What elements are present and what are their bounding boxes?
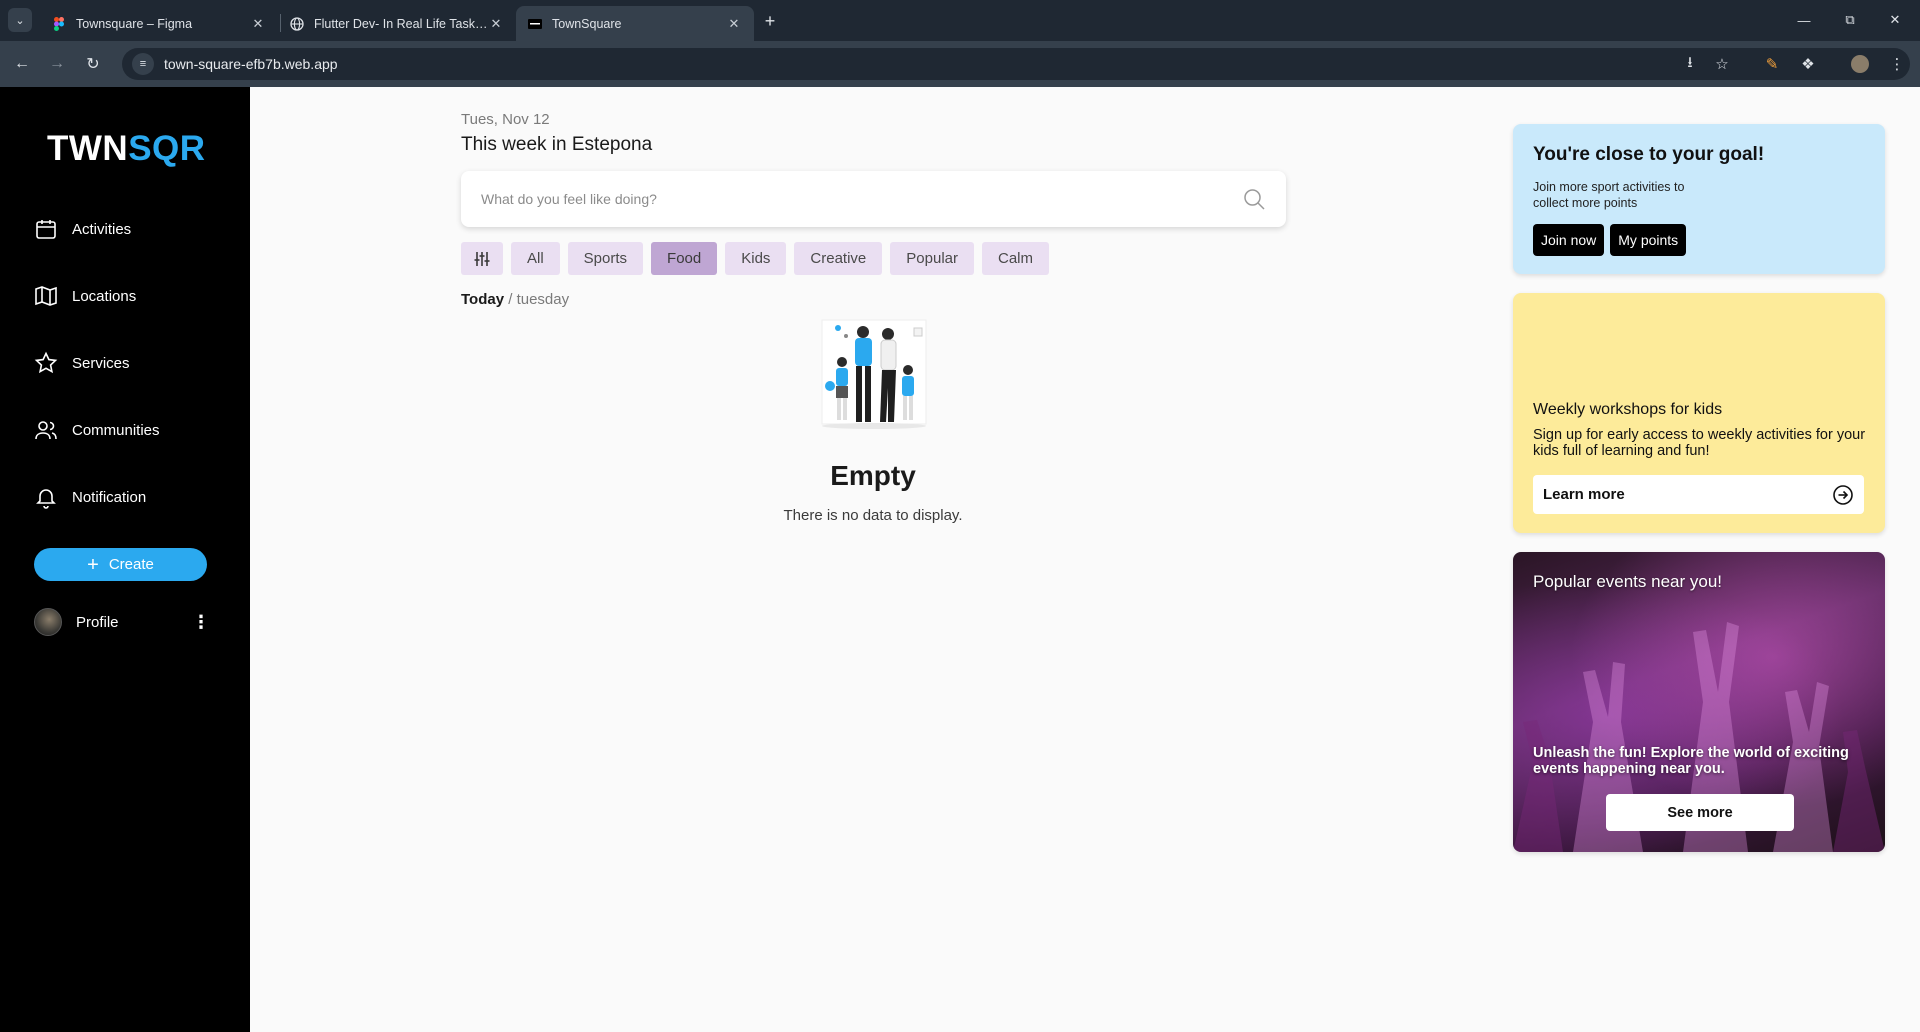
reload-button[interactable]: ↻ (81, 52, 105, 76)
day-heading: Today / tuesday (461, 291, 569, 308)
learn-more-button[interactable]: Learn more (1533, 475, 1864, 514)
star-icon (34, 351, 58, 374)
sidebar-item-label: Services (72, 354, 130, 372)
browser-menu-icon[interactable]: ⋮ (1886, 53, 1908, 75)
sidebar: TWNSQR Activities Locations Services Com… (0, 87, 250, 1032)
logo-part-2: SQR (128, 129, 206, 168)
sidebar-item-label: Activities (72, 220, 132, 238)
create-label: Create (108, 556, 154, 573)
tab-title: Flutter Dev- In Real Life Task Nu (314, 16, 488, 31)
chip-creative[interactable]: Creative (794, 242, 883, 275)
extensions-puzzle-icon[interactable]: ❖ (1797, 53, 1819, 75)
figma-icon (52, 16, 66, 31)
join-now-button[interactable]: Join now (1533, 224, 1605, 257)
sidebar-item-services[interactable]: Services (34, 346, 234, 380)
goal-card-subtitle: Join more sport activities to collect mo… (1533, 180, 1685, 210)
plus-icon: + (87, 553, 99, 576)
users-icon (35, 421, 57, 440)
empty-state-message: There is no data to display. (783, 507, 963, 524)
back-button[interactable]: ← (10, 52, 34, 76)
search-bar (461, 171, 1286, 227)
sliders-icon (474, 251, 490, 266)
current-date: Tues, Nov 12 (461, 111, 550, 128)
sidebar-item-label: Notification (72, 488, 147, 506)
browser-toolbar: ← → ↻ ≡ town-square-efb7b.web.app ⭳ ☆ ✎ … (0, 41, 1920, 87)
new-tab-button[interactable]: + (758, 9, 782, 33)
goal-card-title: You're close to your goal! (1533, 144, 1765, 165)
goal-card: You're close to your goal! Join more spo… (1513, 124, 1885, 274)
close-icon[interactable]: ✕ (488, 16, 504, 32)
search-icon[interactable] (1242, 187, 1266, 211)
search-input[interactable] (481, 191, 1242, 207)
events-card-subtitle: Unleash the fun! Explore the world of ex… (1533, 745, 1849, 778)
events-card-title: Popular events near you! (1533, 572, 1723, 591)
logo-part-1: TWN (47, 129, 129, 168)
bell-icon (36, 489, 56, 509)
url-text: town-square-efb7b.web.app (164, 56, 338, 72)
profile-label: Profile (76, 613, 119, 631)
close-icon[interactable]: ✕ (250, 16, 266, 32)
profile-row[interactable]: Profile ⋮ (34, 607, 210, 637)
close-icon[interactable]: ✕ (726, 16, 742, 32)
install-app-icon[interactable]: ⭳ (1679, 53, 1701, 75)
sidebar-item-label: Communities (72, 421, 160, 439)
address-bar[interactable]: ≡ town-square-efb7b.web.app (122, 48, 1910, 80)
browser-tab-bar: ⌄ Townsquare – Figma ✕ Flutter Dev- In R… (0, 0, 1920, 41)
sidebar-item-activities[interactable]: Activities (34, 212, 234, 246)
site-info-icon[interactable]: ≡ (132, 53, 154, 75)
category-filter-chips: All Sports Food Kids Creative Popular Ca… (461, 242, 1049, 275)
browser-tab-townsquare[interactable]: TownSquare ✕ (516, 6, 754, 41)
app-logo[interactable]: TWNSQR (47, 129, 206, 169)
learn-more-label: Learn more (1543, 486, 1625, 503)
chip-calm[interactable]: Calm (981, 242, 1049, 275)
calendar-icon (36, 220, 56, 239)
bookmark-star-icon[interactable]: ☆ (1711, 53, 1733, 75)
browser-tab-flutter[interactable]: Flutter Dev- In Real Life Task Nu ✕ (278, 6, 516, 41)
kids-workshop-card: Weekly workshops for kids Sign up for ea… (1513, 293, 1885, 533)
popular-events-card: Popular events near you! Unleash the fun… (1513, 552, 1885, 852)
filter-settings-button[interactable] (461, 242, 503, 275)
family-illustration (821, 319, 927, 429)
forward-button[interactable]: → (45, 52, 69, 76)
day-today: Today (461, 291, 505, 308)
profile-avatar-icon[interactable] (1849, 53, 1871, 75)
my-points-button[interactable]: My points (1610, 224, 1687, 257)
chip-sports[interactable]: Sports (567, 242, 644, 275)
map-icon (35, 286, 57, 306)
tab-search-button[interactable]: ⌄ (8, 8, 32, 32)
restore-button[interactable]: ⧉ (1835, 8, 1865, 32)
globe-icon (290, 16, 304, 31)
day-weekday: / tuesday (504, 291, 570, 308)
browser-tab-figma[interactable]: Townsquare – Figma ✕ (40, 6, 278, 41)
townsquare-favicon-icon (528, 17, 542, 31)
sidebar-item-label: Locations (72, 287, 137, 305)
empty-state-title: Empty (830, 460, 916, 491)
extension-pencil-icon[interactable]: ✎ (1761, 53, 1783, 75)
close-window-button[interactable]: ✕ (1880, 8, 1910, 32)
tab-title: TownSquare (552, 16, 622, 31)
minimize-button[interactable]: — (1789, 8, 1819, 32)
chip-all[interactable]: All (511, 242, 560, 275)
chip-kids[interactable]: Kids (725, 242, 787, 275)
chip-food[interactable]: Food (651, 242, 718, 275)
kids-card-title: Weekly workshops for kids (1533, 401, 1723, 418)
page-title: This week in Estepona (461, 134, 653, 155)
sidebar-item-communities[interactable]: Communities (34, 413, 234, 447)
tab-title: Townsquare – Figma (76, 16, 193, 31)
kids-card-subtitle: Sign up for early access to weekly activ… (1533, 427, 1866, 460)
see-more-button[interactable]: See more (1606, 794, 1794, 831)
sidebar-item-notification[interactable]: Notification (34, 480, 234, 514)
sidebar-item-locations[interactable]: Locations (34, 279, 234, 313)
more-options-icon[interactable]: ⋮ (192, 612, 210, 633)
chip-popular[interactable]: Popular (890, 242, 974, 275)
arrow-circle-right-icon (1833, 484, 1853, 505)
avatar (34, 608, 62, 636)
create-button[interactable]: + Create (34, 548, 207, 581)
